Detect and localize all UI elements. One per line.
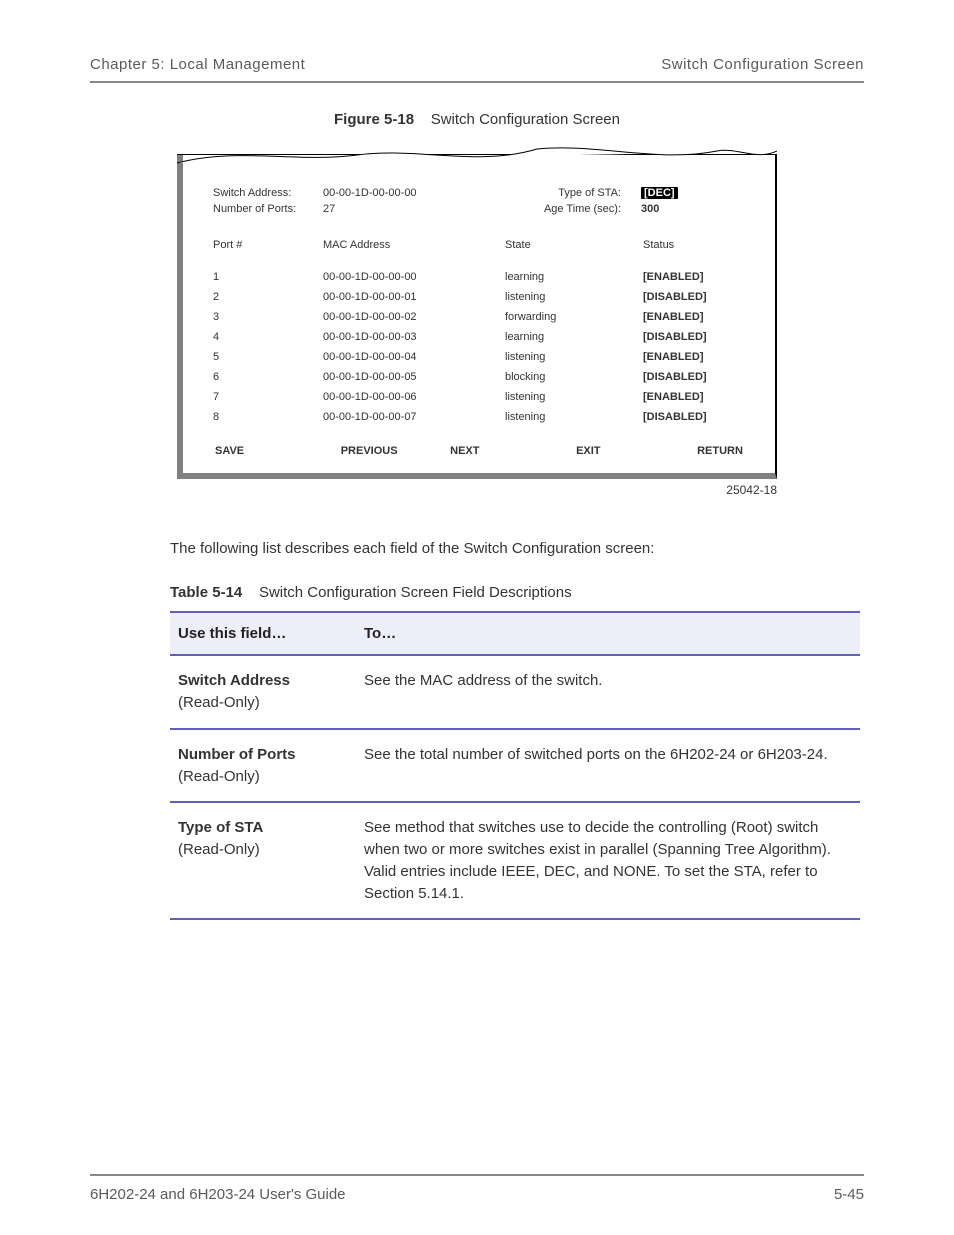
cell-status[interactable]: [ENABLED]	[643, 351, 741, 363]
screenshot-frame: Switch Address: Number of Ports: 00-00-1…	[177, 154, 777, 479]
cell-desc: See the total number of switched ports o…	[356, 729, 860, 803]
running-head: Chapter 5: Local Management Switch Confi…	[90, 56, 864, 73]
cell-port: 3	[213, 311, 323, 323]
head-rule	[90, 81, 864, 83]
save-button[interactable]: SAVE	[215, 445, 244, 457]
table-number: Table 5-14	[170, 584, 242, 601]
exit-button[interactable]: EXIT	[576, 445, 600, 457]
screen-button-row: SAVE PREVIOUS NEXT EXIT RETURN	[213, 445, 745, 457]
cell-port: 8	[213, 411, 323, 423]
return-button[interactable]: RETURN	[697, 445, 743, 457]
cell-state: learning	[505, 271, 643, 283]
type-sta-value[interactable]: [DEC]	[641, 187, 678, 199]
table-col1: Use this field…	[170, 612, 356, 655]
previous-button[interactable]: PREVIOUS	[341, 445, 398, 457]
cell-port: 4	[213, 331, 323, 343]
screenshot-body: Switch Address: Number of Ports: 00-00-1…	[177, 155, 777, 479]
cell-state: blocking	[505, 371, 643, 383]
switch-address-label: Switch Address:	[213, 187, 323, 203]
cell-status[interactable]: [DISABLED]	[643, 331, 741, 343]
screen-table-header: Port # MAC Address State Status	[213, 239, 745, 251]
table-row: 100-00-1D-00-00-00learning[ENABLED]	[213, 267, 745, 287]
num-ports-label: Number of Ports:	[213, 203, 323, 219]
screen-table-body: 100-00-1D-00-00-00learning[ENABLED]200-0…	[213, 267, 745, 427]
table-row: Switch Address(Read-Only)See the MAC add…	[170, 655, 860, 729]
cell-mac: 00-00-1D-00-00-04	[323, 351, 505, 363]
cell-state: listening	[505, 291, 643, 303]
cell-state: forwarding	[505, 311, 643, 323]
cell-mac: 00-00-1D-00-00-06	[323, 391, 505, 403]
table-caption: Table 5-14 Switch Configuration Screen F…	[170, 584, 864, 601]
running-head-right: Switch Configuration Screen	[661, 56, 864, 73]
cell-port: 5	[213, 351, 323, 363]
table-col2: To…	[356, 612, 860, 655]
cell-field: Switch Address(Read-Only)	[170, 655, 356, 729]
cell-desc: See the MAC address of the switch.	[356, 655, 860, 729]
cell-status[interactable]: [ENABLED]	[643, 271, 741, 283]
cell-port: 1	[213, 271, 323, 283]
cell-status[interactable]: [DISABLED]	[643, 291, 741, 303]
cell-status[interactable]: [ENABLED]	[643, 391, 741, 403]
table-row: 400-00-1D-00-00-03learning[DISABLED]	[213, 327, 745, 347]
cell-desc: See method that switches use to decide t…	[356, 802, 860, 919]
table-row: 800-00-1D-00-00-07listening[DISABLED]	[213, 407, 745, 427]
cell-port: 7	[213, 391, 323, 403]
table-title: Switch Configuration Screen Field Descri…	[259, 584, 572, 601]
col-port: Port #	[213, 239, 323, 251]
cell-state: learning	[505, 331, 643, 343]
table-row: Number of Ports(Read-Only)See the total …	[170, 729, 860, 803]
table-row: Type of STA(Read-Only)See method that sw…	[170, 802, 860, 919]
figure-image-id: 25042-18	[177, 483, 777, 497]
cell-state: listening	[505, 411, 643, 423]
body-paragraph: The following list describes each field …	[170, 537, 790, 560]
cell-state: listening	[505, 351, 643, 363]
age-time-value[interactable]: 300	[641, 203, 701, 219]
cell-port: 6	[213, 371, 323, 383]
cell-status[interactable]: [DISABLED]	[643, 371, 741, 383]
cell-field: Number of Ports(Read-Only)	[170, 729, 356, 803]
cell-mac: 00-00-1D-00-00-01	[323, 291, 505, 303]
cell-port: 2	[213, 291, 323, 303]
cell-mac: 00-00-1D-00-00-03	[323, 331, 505, 343]
table-row: 500-00-1D-00-00-04listening[ENABLED]	[213, 347, 745, 367]
cell-field: Type of STA(Read-Only)	[170, 802, 356, 919]
figure-title: Switch Configuration Screen	[431, 111, 620, 128]
age-time-label: Age Time (sec):	[513, 203, 621, 219]
cell-mac: 00-00-1D-00-00-00	[323, 271, 505, 283]
col-mac: MAC Address	[323, 239, 505, 251]
cell-mac: 00-00-1D-00-00-07	[323, 411, 505, 423]
col-state: State	[505, 239, 643, 251]
cell-status[interactable]: [DISABLED]	[643, 411, 741, 423]
cell-status[interactable]: [ENABLED]	[643, 311, 741, 323]
table-row: 700-00-1D-00-00-06listening[ENABLED]	[213, 387, 745, 407]
num-ports-value: 27	[323, 203, 513, 219]
torn-top-icon	[177, 143, 777, 167]
col-status: Status	[643, 239, 741, 251]
footer-left: 6H202-24 and 6H203-24 User's Guide	[90, 1186, 346, 1203]
field-description-table: Use this field… To… Switch Address(Read-…	[170, 611, 860, 920]
type-sta-label: Type of STA:	[513, 187, 621, 203]
page: Chapter 5: Local Management Switch Confi…	[0, 0, 954, 1235]
next-button[interactable]: NEXT	[450, 445, 479, 457]
switch-address-value: 00-00-1D-00-00-00	[323, 187, 513, 203]
cell-mac: 00-00-1D-00-00-05	[323, 371, 505, 383]
cell-state: listening	[505, 391, 643, 403]
figure-caption: Figure 5-18 Switch Configuration Screen	[90, 111, 864, 128]
figure: Switch Address: Number of Ports: 00-00-1…	[177, 154, 777, 479]
table-row: 200-00-1D-00-00-01listening[DISABLED]	[213, 287, 745, 307]
figure-number: Figure 5-18	[334, 111, 414, 128]
table-row: 600-00-1D-00-00-05blocking[DISABLED]	[213, 367, 745, 387]
running-head-left: Chapter 5: Local Management	[90, 56, 305, 73]
table-row: 300-00-1D-00-00-02forwarding[ENABLED]	[213, 307, 745, 327]
screen-top-info: Switch Address: Number of Ports: 00-00-1…	[213, 187, 745, 219]
cell-mac: 00-00-1D-00-00-02	[323, 311, 505, 323]
footer: 6H202-24 and 6H203-24 User's Guide 5-45	[90, 1174, 864, 1203]
footer-right: 5-45	[834, 1186, 864, 1203]
